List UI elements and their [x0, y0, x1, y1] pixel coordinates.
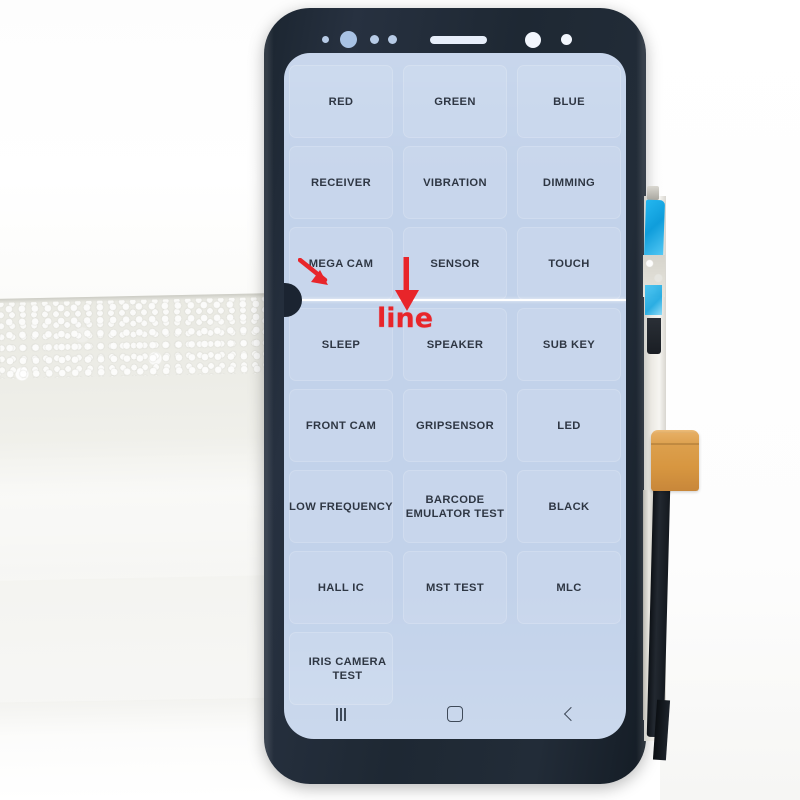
- home-button[interactable]: [425, 706, 485, 722]
- light-sensor-dot: [370, 35, 379, 44]
- dark-connector-strip: [647, 318, 661, 354]
- foam-bead-texture: [0, 296, 281, 380]
- aux-sensor-dot: [388, 35, 397, 44]
- proximity-sensor-dot: [322, 36, 329, 43]
- top-bezel-sensor-row: [264, 28, 646, 52]
- test-button[interactable]: RED: [284, 61, 398, 142]
- test-button[interactable]: LOW FREQUENCY: [284, 466, 398, 547]
- orange-flex-cable: [651, 433, 699, 491]
- test-button[interactable]: HALL IC: [284, 547, 398, 628]
- front-camera-lens: [525, 32, 541, 48]
- test-button[interactable]: DIMMING: [512, 142, 626, 223]
- background-white-right: [660, 0, 800, 800]
- blue-adhesive-tape-lower: [645, 285, 662, 315]
- phone-screen[interactable]: RED GREEN BLUE RECEIVER VIBRATION DIMMING MEGA…: [284, 53, 626, 739]
- earpiece-speaker-slot: [430, 36, 487, 44]
- iris-scanner-dot: [340, 31, 357, 48]
- foam-mid-highlight: [0, 434, 282, 582]
- back-button[interactable]: [539, 706, 599, 722]
- back-icon: [563, 706, 578, 722]
- test-button[interactable]: VIBRATION: [398, 142, 512, 223]
- test-button[interactable]: GREEN: [398, 61, 512, 142]
- phone-body: RED GREEN BLUE RECEIVER VIBRATION DIMMING MEGA…: [264, 8, 646, 784]
- led-indicator: [561, 34, 572, 45]
- android-navigation-bar: [284, 697, 626, 731]
- test-button[interactable]: GRIPSENSOR: [398, 385, 512, 466]
- test-button[interactable]: MLC: [512, 547, 626, 628]
- display-defect-line: [284, 299, 626, 302]
- test-button[interactable]: FRONT CAM: [284, 385, 398, 466]
- test-button[interactable]: LED: [512, 385, 626, 466]
- test-button[interactable]: BLACK: [512, 466, 626, 547]
- blue-adhesive-tape: [643, 199, 666, 261]
- foam-bottom-edge: [0, 697, 291, 800]
- background-white-upper: [0, 0, 300, 300]
- test-button[interactable]: BLUE: [512, 61, 626, 142]
- test-mode-grid: RED GREEN BLUE RECEIVER VIBRATION DIMMING MEGA…: [284, 53, 626, 709]
- defect-annotation-label: line: [377, 303, 434, 334]
- screenshot-scene: RED GREEN BLUE RECEIVER VIBRATION DIMMING MEGA…: [0, 0, 800, 800]
- diagonal-arrow-annotation-icon: [298, 258, 328, 285]
- test-button[interactable]: BARCODE EMULATOR TEST: [398, 466, 512, 547]
- test-button[interactable]: TOUCH: [512, 223, 626, 304]
- test-button[interactable]: MST TEST: [398, 547, 512, 628]
- home-icon: [447, 706, 463, 722]
- recents-button[interactable]: [311, 707, 371, 721]
- recents-icon: [335, 707, 347, 721]
- test-button[interactable]: RECEIVER: [284, 142, 398, 223]
- test-button[interactable]: SUB KEY: [512, 304, 626, 385]
- metal-clip: [647, 186, 659, 200]
